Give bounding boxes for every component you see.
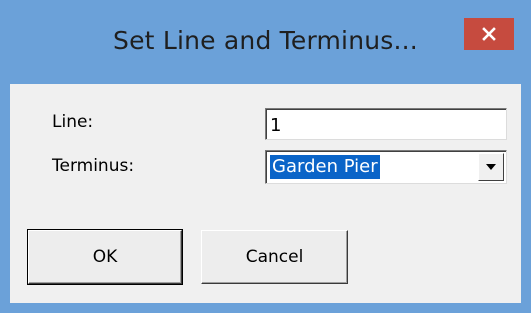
dialog-body: Line: 1 Terminus: Garden Pier OK Cancel	[10, 84, 521, 303]
dialog-title: Set Line and Terminus...	[113, 26, 418, 55]
dialog-window: Set Line and Terminus... Line: 1 Terminu…	[0, 0, 531, 313]
dropdown-button[interactable]	[478, 153, 504, 181]
close-icon	[482, 27, 496, 41]
title-bar[interactable]: Set Line and Terminus...	[0, 0, 531, 84]
terminus-selected-value: Garden Pier	[270, 155, 380, 179]
line-label: Line:	[52, 112, 94, 132]
terminus-label: Terminus:	[52, 156, 135, 176]
terminus-select[interactable]: Garden Pier	[265, 150, 507, 184]
cancel-button[interactable]: Cancel	[201, 230, 348, 284]
chevron-down-icon	[486, 164, 496, 170]
close-button[interactable]	[464, 18, 514, 50]
ok-button[interactable]: OK	[27, 229, 183, 285]
line-input[interactable]: 1	[265, 108, 507, 140]
